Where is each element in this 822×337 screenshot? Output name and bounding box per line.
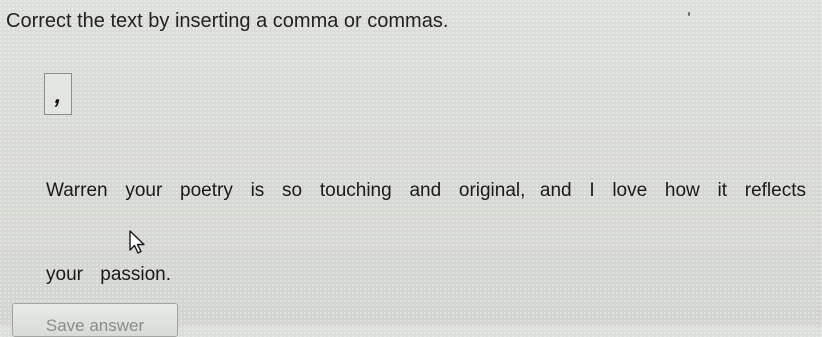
sentence-area: Warren your poetry is so touching and or…	[46, 170, 806, 296]
sentence-word: love	[612, 180, 648, 201]
instruction-text: Correct the text by inserting a comma or…	[6, 10, 449, 32]
sentence-word: is	[250, 180, 265, 201]
sentence-word: touching	[319, 180, 392, 201]
sentence-word: reflects	[744, 180, 806, 201]
sentence-line-2: your passion.	[46, 264, 174, 285]
sentence-word: and	[539, 180, 572, 201]
sentence-word: your	[46, 264, 83, 285]
sentence-word: and	[409, 180, 442, 201]
comma-slot[interactable]: ,	[520, 170, 528, 212]
sentence-word: your	[125, 180, 163, 201]
pointer-arrow-icon	[129, 230, 145, 254]
save-answer-button[interactable]: Save answer	[12, 303, 178, 337]
sentence-line-1: Warren your poetry is so touching and or…	[46, 180, 806, 243]
stray-mark	[688, 12, 690, 16]
sentence-word: poetry	[180, 180, 233, 201]
sentence-word: so	[282, 180, 303, 201]
sentence-word: it	[717, 180, 728, 201]
comma-tile[interactable]: ,	[44, 73, 72, 115]
sentence-word: I	[589, 180, 595, 201]
sentence-word: original	[458, 180, 521, 201]
sentence-word: how	[664, 180, 700, 201]
comma-slot[interactable]: .	[166, 254, 174, 296]
comma-symbol: ,	[51, 82, 65, 109]
sentence-word: Warren	[46, 180, 108, 201]
sentence-word: passion	[100, 264, 166, 285]
